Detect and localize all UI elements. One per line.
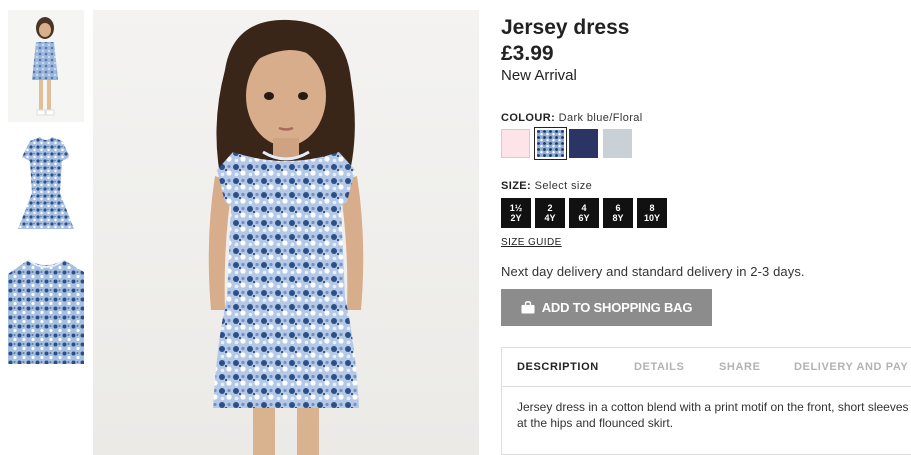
product-title: Jersey dress — [501, 16, 630, 39]
swatch-dark-blue-floral[interactable] — [534, 127, 567, 160]
product-tabs: DESCRIPTION DETAILS SHARE DELIVERY AND P… — [502, 348, 911, 387]
thumbnail-dress-detail[interactable] — [8, 252, 84, 364]
thumbnail-dress-front-image — [8, 131, 84, 241]
product-tabs-panel: DESCRIPTION DETAILS SHARE DELIVERY AND P… — [501, 347, 911, 455]
swatch-light-grey[interactable] — [603, 129, 632, 158]
size-label-row: SIZE: Select size — [501, 180, 592, 192]
add-to-bag-label: ADD TO SHOPPING BAG — [541, 300, 693, 315]
tab-delivery-and-payment[interactable]: DELIVERY AND PAY — [794, 361, 908, 373]
description-text: Jersey dress in a cotton blend with a pr… — [517, 399, 911, 431]
product-photo — [93, 10, 479, 455]
product-price: £3.99 — [501, 42, 554, 65]
tab-share[interactable]: SHARE — [719, 361, 761, 373]
colour-label-row: COLOUR: Dark blue/Floral — [501, 112, 643, 124]
swatch-light-pink[interactable] — [501, 129, 530, 158]
add-to-bag-button[interactable]: ADD TO SHOPPING BAG — [501, 289, 712, 326]
colour-selected-value: Dark blue/Floral — [558, 112, 643, 124]
size-option-4y[interactable]: 2 4Y — [535, 198, 565, 228]
tab-description[interactable]: DESCRIPTION — [517, 361, 599, 373]
new-arrival-badge: New Arrival — [501, 67, 577, 84]
thumbnail-dress-detail-image — [8, 252, 84, 364]
size-option-8y[interactable]: 6 8Y — [603, 198, 633, 228]
swatch-dark-blue[interactable] — [569, 129, 598, 158]
size-option-6y[interactable]: 4 6Y — [569, 198, 599, 228]
shopping-bag-icon — [521, 301, 535, 314]
description-line-1: Jersey dress in a cotton blend with a pr… — [517, 400, 909, 414]
thumbnail-dress-front[interactable] — [8, 131, 84, 241]
delivery-info: Next day delivery and standard delivery … — [501, 264, 805, 279]
colour-label: COLOUR: — [501, 112, 556, 124]
size-option-2y[interactable]: 1½ 2Y — [501, 198, 531, 228]
size-option-10y[interactable]: 8 10Y — [637, 198, 667, 228]
thumbnail-model[interactable] — [8, 10, 84, 122]
tab-details[interactable]: DETAILS — [634, 361, 684, 373]
thumbnail-model-image — [8, 10, 84, 122]
size-placeholder: Select size — [534, 180, 593, 192]
floral-swatch-pattern — [537, 130, 564, 157]
size-label: SIZE: — [501, 180, 532, 192]
description-line-2: at the hips and flounced skirt. — [517, 416, 674, 430]
size-guide-link[interactable]: SIZE GUIDE — [501, 237, 562, 248]
main-product-image[interactable] — [93, 10, 479, 455]
